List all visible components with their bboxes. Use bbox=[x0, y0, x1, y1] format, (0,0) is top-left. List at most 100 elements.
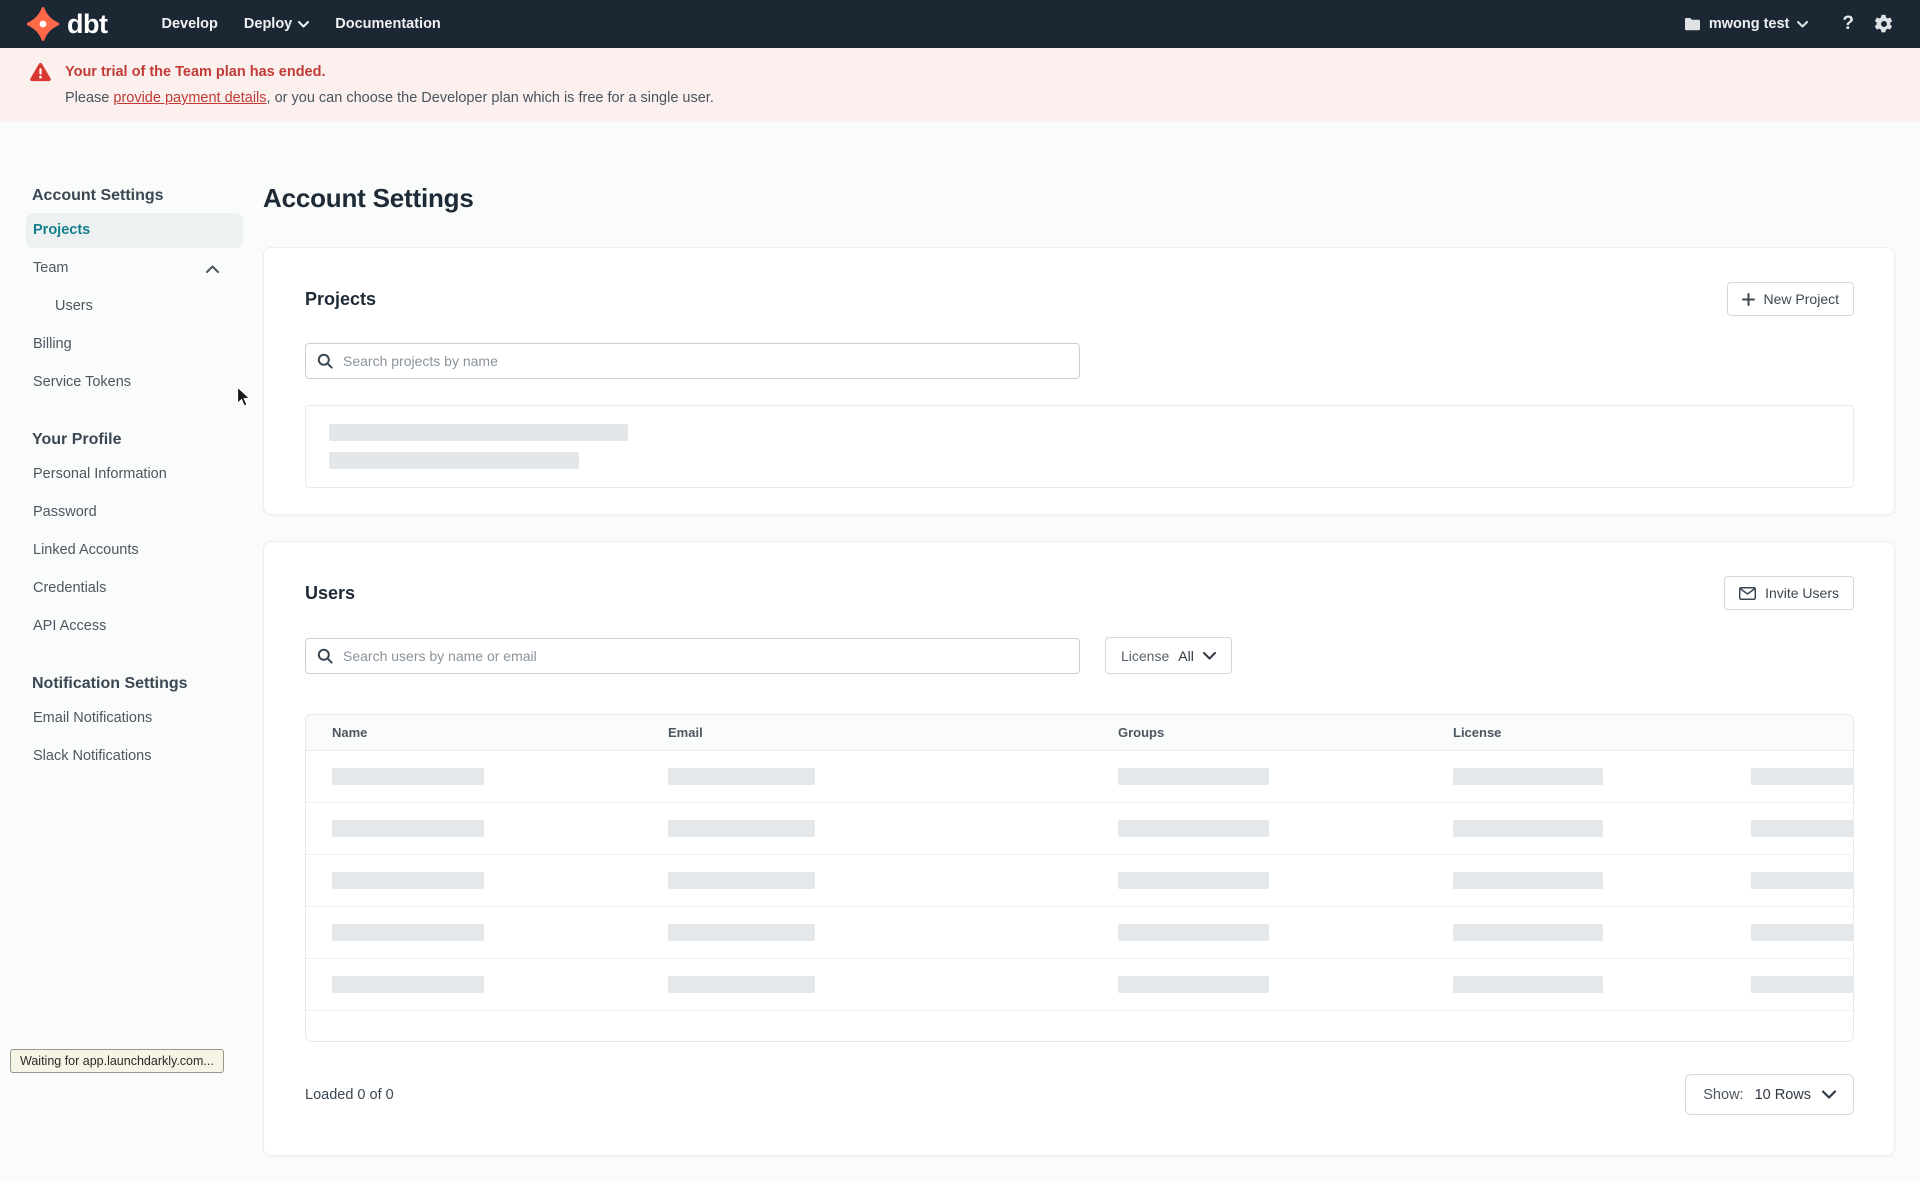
chevron-down-icon bbox=[298, 20, 310, 28]
column-header-email: Email bbox=[668, 725, 703, 740]
settings-sidebar: Account Settings Projects Team Users Bil… bbox=[0, 122, 263, 1182]
cell-email bbox=[642, 820, 1092, 837]
projects-search bbox=[305, 343, 1080, 379]
table-row-skeleton bbox=[306, 751, 1853, 803]
projects-search-input[interactable] bbox=[305, 343, 1080, 379]
sidebar-item-personal-information[interactable]: Personal Information bbox=[26, 457, 243, 492]
cell-license bbox=[1427, 768, 1725, 785]
rows-per-page-label: Show: bbox=[1703, 1086, 1744, 1103]
warning-icon bbox=[29, 62, 52, 122]
sidebar-item-api-access-label: API Access bbox=[33, 618, 107, 634]
cell-actions bbox=[1725, 924, 1853, 941]
sidebar-item-slack-notifications-label: Slack Notifications bbox=[33, 748, 152, 764]
sidebar-item-billing[interactable]: Billing bbox=[26, 327, 243, 362]
nav-item-deploy[interactable]: Deploy bbox=[244, 16, 310, 32]
sidebar-item-api-access[interactable]: API Access bbox=[26, 609, 243, 644]
cell-actions bbox=[1725, 872, 1853, 889]
folder-icon bbox=[1684, 17, 1701, 31]
banner-body-prefix: Please bbox=[65, 90, 114, 106]
license-filter-label: License bbox=[1121, 647, 1170, 664]
main-content: Account Settings Projects New Project Se… bbox=[263, 122, 1920, 1182]
cell-license bbox=[1427, 976, 1725, 993]
banner-text: Your trial of the Team plan has ended. P… bbox=[65, 62, 714, 122]
users-table-footer: Loaded 0 of 0 Show: 10 Rows bbox=[305, 1074, 1854, 1115]
sidebar-item-credentials-label: Credentials bbox=[33, 580, 107, 596]
cell-license bbox=[1427, 872, 1725, 889]
rows-per-page-dropdown[interactable]: Show: 10 Rows bbox=[1685, 1074, 1854, 1115]
browser-status-bubble: Waiting for app.launchdarkly.com... bbox=[10, 1049, 224, 1073]
cell-groups bbox=[1092, 768, 1427, 785]
license-filter-dropdown[interactable]: License All bbox=[1105, 637, 1232, 674]
rows-per-page-value: 10 Rows bbox=[1754, 1086, 1811, 1103]
sidebar-item-service-tokens[interactable]: Service Tokens bbox=[26, 365, 243, 400]
loading-skeleton-bar bbox=[329, 452, 579, 469]
sidebar-item-credentials[interactable]: Credentials bbox=[26, 571, 243, 606]
sidebar-heading-notification-settings: Notification Settings bbox=[32, 675, 188, 692]
sidebar-item-personal-information-label: Personal Information bbox=[33, 466, 167, 482]
envelope-icon bbox=[1739, 586, 1757, 600]
table-row-skeleton bbox=[306, 907, 1853, 959]
sidebar-item-users-label: Users bbox=[55, 298, 93, 314]
table-spacer bbox=[306, 1011, 1853, 1041]
sidebar-item-projects[interactable]: Projects bbox=[26, 213, 243, 248]
cell-email bbox=[642, 924, 1092, 941]
cell-groups bbox=[1092, 924, 1427, 941]
cell-license bbox=[1427, 924, 1725, 941]
sidebar-item-linked-accounts-label: Linked Accounts bbox=[33, 542, 139, 558]
cell-name bbox=[306, 976, 642, 993]
nav-item-develop[interactable]: Develop bbox=[161, 16, 217, 32]
search-icon bbox=[317, 353, 333, 369]
banner-body-suffix: , or you can choose the Developer plan w… bbox=[266, 90, 714, 106]
users-search-input[interactable] bbox=[305, 637, 1080, 674]
sidebar-item-password[interactable]: Password bbox=[26, 495, 243, 530]
provide-payment-details-link[interactable]: provide payment details bbox=[113, 90, 266, 106]
users-table-body bbox=[306, 751, 1853, 1011]
sidebar-item-users[interactable]: Users bbox=[26, 289, 243, 324]
license-filter-value: All bbox=[1178, 647, 1194, 664]
column-header-license: License bbox=[1453, 725, 1502, 740]
nav-item-documentation[interactable]: Documentation bbox=[335, 16, 441, 32]
sidebar-item-email-notifications-label: Email Notifications bbox=[33, 710, 153, 726]
chevron-down-icon bbox=[1822, 1090, 1836, 1099]
account-name: mwong test bbox=[1708, 16, 1790, 32]
projects-loading-panel bbox=[305, 405, 1854, 488]
new-project-button[interactable]: New Project bbox=[1726, 282, 1854, 316]
projects-card: Projects New Project bbox=[263, 247, 1895, 515]
invite-users-button-label: Invite Users bbox=[1765, 585, 1839, 601]
cell-name bbox=[306, 924, 642, 941]
sidebar-heading-account-settings: Account Settings bbox=[32, 187, 164, 204]
account-switcher[interactable]: mwong test bbox=[1684, 16, 1809, 32]
sidebar-item-billing-label: Billing bbox=[33, 336, 72, 352]
gear-icon[interactable] bbox=[1874, 14, 1894, 34]
top-nav-menu: Develop Deploy Documentation bbox=[161, 16, 440, 32]
sidebar-item-linked-accounts[interactable]: Linked Accounts bbox=[26, 533, 243, 568]
cell-actions bbox=[1725, 768, 1853, 785]
sidebar-section-your-profile: Your Profile Personal Information Passwo… bbox=[26, 430, 243, 644]
cell-groups bbox=[1092, 820, 1427, 837]
sidebar-item-team[interactable]: Team bbox=[26, 251, 243, 286]
sidebar-item-team-label: Team bbox=[33, 260, 69, 276]
cell-email bbox=[642, 872, 1092, 889]
dbt-logo-word: dbt bbox=[67, 8, 108, 39]
sidebar-item-projects-label: Projects bbox=[33, 222, 91, 238]
cell-email bbox=[642, 976, 1092, 993]
new-project-button-label: New Project bbox=[1763, 291, 1839, 307]
loading-skeleton-bar bbox=[329, 424, 628, 441]
cell-actions bbox=[1725, 976, 1853, 993]
search-icon bbox=[317, 648, 333, 664]
plus-icon bbox=[1741, 292, 1755, 306]
help-button[interactable]: ? bbox=[1842, 13, 1854, 35]
users-card: Users Invite Users License Al bbox=[263, 541, 1895, 1156]
dbt-logo[interactable]: dbt bbox=[26, 7, 108, 41]
sidebar-item-slack-notifications[interactable]: Slack Notifications bbox=[26, 739, 243, 774]
cell-email bbox=[642, 768, 1092, 785]
users-search bbox=[305, 637, 1080, 674]
banner-title: Your trial of the Team plan has ended. bbox=[65, 64, 326, 80]
sidebar-item-email-notifications[interactable]: Email Notifications bbox=[26, 701, 243, 736]
sidebar-section-notification-settings: Notification Settings Email Notification… bbox=[26, 674, 243, 774]
top-nav: dbt Develop Deploy Documentation mwong t… bbox=[0, 0, 1920, 48]
sidebar-item-service-tokens-label: Service Tokens bbox=[33, 374, 132, 390]
cell-license bbox=[1427, 820, 1725, 837]
invite-users-button[interactable]: Invite Users bbox=[1724, 576, 1854, 610]
trial-ended-banner: Your trial of the Team plan has ended. P… bbox=[0, 48, 1920, 122]
